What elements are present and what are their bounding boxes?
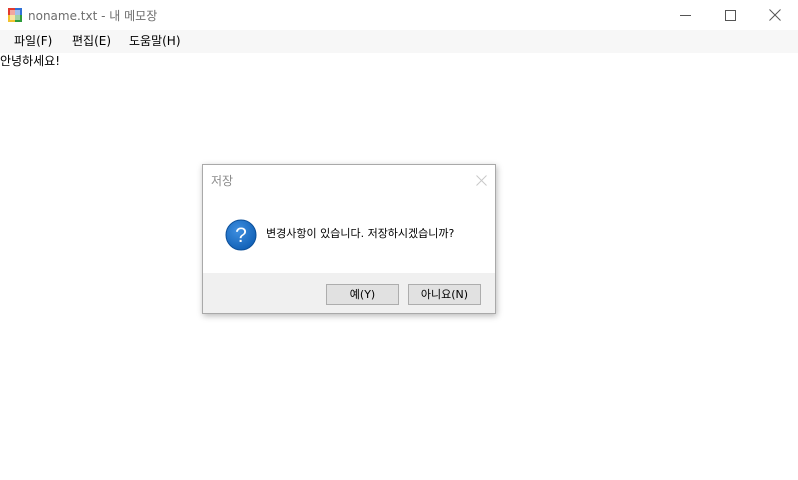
title-bar[interactable]: noname.txt - 내 메모장 [0,0,798,30]
minimize-button[interactable] [662,0,708,30]
window-title: noname.txt - 내 메모장 [28,9,158,23]
menu-help[interactable]: 도움말(H) [129,34,181,49]
dialog-title: 저장 [211,174,234,188]
maximize-button[interactable] [707,0,753,30]
save-dialog: 저장 ? 변경사항이 있습니다. 저장하시겠습니까? 예(Y) 아니요(N) [202,164,496,314]
dialog-message: 변경사항이 있습니다. 저장하시겠습니까? [266,227,455,240]
editor-content[interactable]: 안녕하세요! [0,54,60,69]
svg-text:?: ? [235,224,247,247]
menu-bar: 파일(F) 편집(E) 도움말(H) [0,30,798,53]
app-icon [8,8,22,22]
close-button[interactable] [752,0,798,30]
close-icon [769,9,781,21]
close-icon [475,174,487,186]
dialog-close-button[interactable] [471,170,491,190]
question-icon: ? [225,219,257,251]
maximize-icon [724,9,736,21]
minimize-icon [679,14,691,16]
menu-edit[interactable]: 편집(E) [72,34,111,49]
no-button[interactable]: 아니요(N) [408,284,481,305]
dialog-button-bar: 예(Y) 아니요(N) [203,273,495,313]
yes-button[interactable]: 예(Y) [326,284,399,305]
menu-file[interactable]: 파일(F) [14,34,52,49]
